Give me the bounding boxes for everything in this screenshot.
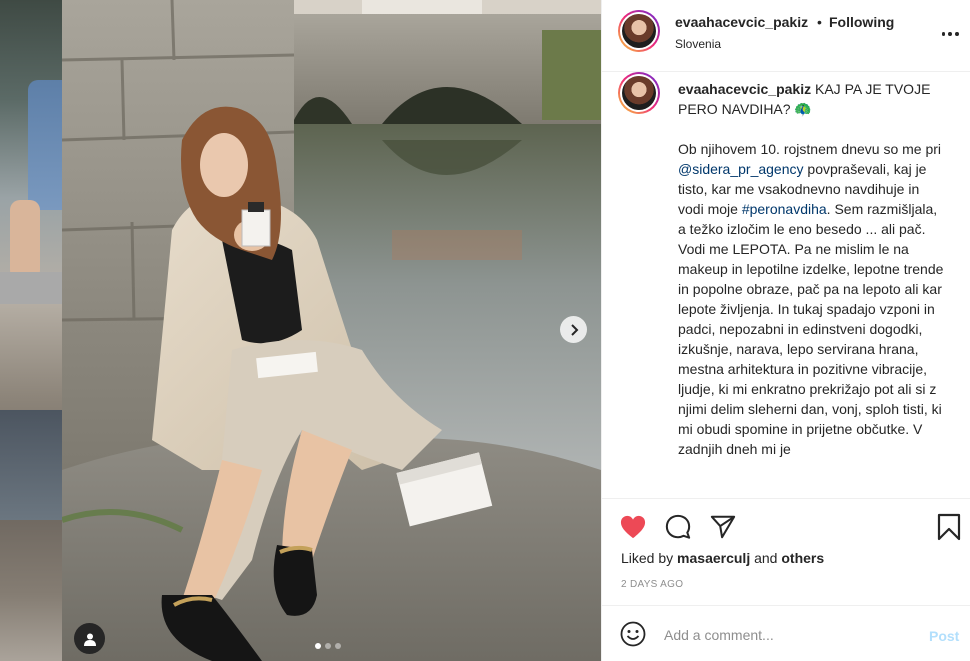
liked-by-user-link[interactable]: masaerculj xyxy=(677,550,750,566)
avatar-photo xyxy=(622,14,656,48)
caption-text-part-3: . Sem razmišljala, a težko izločim le en… xyxy=(678,201,944,457)
post-timestamp[interactable]: 2 DAYS AGO xyxy=(621,579,683,590)
post-caption: evaahacevcic_pakiz KAJ PA JE TVOJE PERO … xyxy=(678,79,948,459)
save-button[interactable] xyxy=(936,513,962,541)
emoji-icon xyxy=(620,621,646,647)
likes-prefix: Liked by xyxy=(621,550,678,566)
comments-section[interactable]: evaahacevcic_pakiz KAJ PA JE TVOJE PERO … xyxy=(602,72,970,498)
carousel-indicator xyxy=(315,643,341,649)
add-comment-bar: Post xyxy=(602,605,970,661)
user-icon xyxy=(83,633,96,646)
heart-filled-icon xyxy=(620,515,646,539)
likes-summary: Liked by masaerculj and others xyxy=(621,550,824,566)
more-options-icon[interactable] xyxy=(940,24,960,44)
caption-avatar[interactable] xyxy=(618,72,660,114)
emoji-button[interactable] xyxy=(620,621,646,647)
post-side-panel: evaahacevcic_pakiz • Following Slovenia … xyxy=(601,0,970,661)
carousel-dot-3 xyxy=(335,643,341,649)
header-avatar[interactable] xyxy=(618,10,660,52)
carousel-dot-1 xyxy=(315,643,321,649)
following-button[interactable]: Following xyxy=(829,14,894,30)
post-header: evaahacevcic_pakiz • Following Slovenia xyxy=(602,0,970,72)
comment-input[interactable] xyxy=(664,624,904,646)
send-icon xyxy=(710,515,736,539)
post-photo[interactable] xyxy=(62,0,601,661)
mention-link[interactable]: @sidera_pr_agency xyxy=(678,161,804,177)
avatar-photo xyxy=(622,76,656,110)
hashtag-link[interactable]: #peronavdiha xyxy=(742,201,827,217)
carousel-dot-2 xyxy=(325,643,331,649)
like-button[interactable] xyxy=(620,514,646,540)
likes-and: and xyxy=(750,550,782,566)
strip-jeans-detail xyxy=(28,80,62,210)
strip-grey-band xyxy=(0,272,62,304)
strip-arm-detail xyxy=(10,200,40,280)
caption-text-part-1: Ob njihovem 10. rojstnem dnevu so me pri xyxy=(678,141,942,157)
previous-post-strip[interactable] xyxy=(0,0,62,661)
caption-username[interactable]: evaahacevcic_pakiz xyxy=(678,81,811,97)
tagged-users-button[interactable] xyxy=(74,623,105,654)
comment-button[interactable] xyxy=(665,514,691,540)
strip-legs-detail xyxy=(0,410,62,520)
post-actions: Liked by masaerculj and others 2 DAYS AG… xyxy=(602,498,970,605)
photo-illustration xyxy=(62,0,601,661)
chevron-right-icon xyxy=(570,323,578,336)
post-comment-button[interactable]: Post xyxy=(929,628,959,644)
comment-icon xyxy=(665,514,691,539)
share-button[interactable] xyxy=(710,514,736,540)
carousel-next-button[interactable] xyxy=(560,316,587,343)
header-username[interactable]: evaahacevcic_pakiz xyxy=(675,14,808,30)
bookmark-icon xyxy=(937,513,961,541)
header-location[interactable]: Slovenia xyxy=(675,37,721,51)
liked-by-others-link[interactable]: others xyxy=(781,550,824,566)
header-separator: • xyxy=(817,14,822,30)
